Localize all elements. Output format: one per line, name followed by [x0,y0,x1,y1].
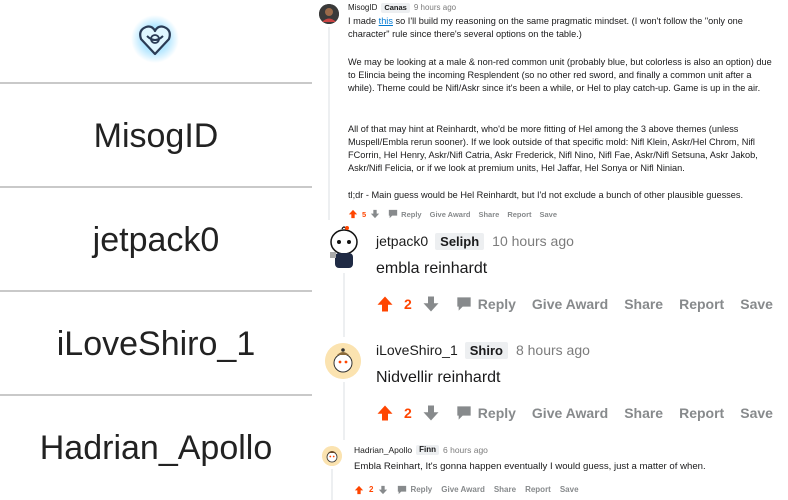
report-button[interactable]: Report [679,296,724,312]
vote-count: 2 [404,296,412,312]
vote-count: 2 [369,485,374,494]
user-flair: Canas [381,3,410,13]
thread-line[interactable] [343,382,345,440]
avatar[interactable] [322,446,342,466]
comment-action-bar: 2 Reply Give Award Share Report Save [376,403,773,423]
share-button[interactable]: Share [494,485,516,494]
comment-action-bar: 5 Reply Give Award Share Report Save [348,207,557,221]
user-flair: Seliph [435,233,485,250]
upvote-arrow-icon[interactable] [348,209,358,219]
upvote-arrow-icon[interactable] [376,404,394,422]
save-button[interactable]: Save [540,210,558,219]
comment-action-bar: 2 Reply Give Award Share Report Save [376,294,773,314]
comment-body: Embla Reinhart, It's gonna happen eventu… [354,461,706,472]
downvote-arrow-icon[interactable] [422,295,440,313]
upvote-arrow-icon[interactable] [354,485,364,495]
name-cell-1: MisogID [93,116,219,155]
name-cell-4: Hadrian_Apollo [39,428,273,467]
comment-timestamp[interactable]: 6 hours ago [443,445,488,455]
reply-button[interactable]: Reply [478,405,516,421]
comment-thread: MisogID Canas 9 hours ago I made this so… [312,0,788,500]
thread-line[interactable] [343,273,345,337]
thread-line[interactable] [328,27,330,220]
report-button[interactable]: Report [679,405,724,421]
speech-bubble-icon [398,485,407,494]
comment-paragraph: All of that may hint at Reinhardt, who'd… [348,124,758,173]
comment-header: Hadrian_Apollo Finn 6 hours ago [354,445,488,455]
heart-emblem-icon [131,15,179,63]
downvote-arrow-icon[interactable] [378,485,388,495]
give-award-button[interactable]: Give Award [430,210,471,219]
comment-body: embla reinhardt [376,260,488,277]
share-button[interactable]: Share [624,405,663,421]
give-award-button[interactable]: Give Award [441,485,485,494]
comment-paragraph: I made this so I'll build my reasoning o… [348,16,743,39]
downvote-arrow-icon[interactable] [422,404,440,422]
comment-header: iLoveShiro_1 Shiro 8 hours ago [376,342,590,359]
comment-action-bar: 2 Reply Give Award Share Report Save [354,483,579,496]
give-award-button[interactable]: Give Award [532,405,608,421]
comment-timestamp[interactable]: 9 hours ago [414,3,456,13]
upvote-arrow-icon[interactable] [376,295,394,313]
comment-paragraph: tl;dr - Main guess would be Hel Reinhard… [348,190,744,200]
comment-username[interactable]: Hadrian_Apollo [354,445,412,455]
report-button[interactable]: Report [525,485,551,494]
user-flair: Finn [416,445,440,455]
report-button[interactable]: Report [507,210,531,219]
comment-timestamp[interactable]: 10 hours ago [492,233,574,250]
comment-username[interactable]: jetpack0 [376,233,428,250]
share-button[interactable]: Share [624,296,663,312]
comment-link[interactable]: this [379,16,393,26]
logo-cell [0,0,312,82]
comment-paragraph: We may be looking at a male & non-red co… [348,57,772,93]
downvote-arrow-icon[interactable] [370,209,380,219]
speech-bubble-icon [389,209,398,219]
save-button[interactable]: Save [560,485,579,494]
give-award-button[interactable]: Give Award [532,296,608,312]
name-cell-3: iLoveShiro_1 [56,324,256,363]
reply-button[interactable]: Reply [478,296,516,312]
comment-header: jetpack0 Seliph 10 hours ago [376,233,574,250]
save-button[interactable]: Save [740,296,773,312]
user-flair: Shiro [464,342,508,359]
comment-header: MisogID Canas 9 hours ago [348,3,456,13]
reply-button[interactable]: Reply [401,210,421,219]
comment-timestamp[interactable]: 8 hours ago [516,342,590,359]
username-panel: MisogID jetpack0 iLoveShiro_1 Hadrian_Ap… [0,0,312,500]
comment-username[interactable]: MisogID [348,3,377,13]
vote-count: 2 [404,405,412,421]
avatar[interactable] [319,4,339,24]
thread-line[interactable] [331,469,333,500]
avatar[interactable] [325,343,361,379]
speech-bubble-icon [457,297,471,311]
avatar[interactable] [326,226,362,270]
name-cell-2: jetpack0 [92,220,220,259]
speech-bubble-icon [457,406,471,420]
vote-count: 5 [362,209,367,219]
share-button[interactable]: Share [478,210,499,219]
reply-button[interactable]: Reply [410,485,432,494]
comment-username[interactable]: iLoveShiro_1 [376,342,458,359]
save-button[interactable]: Save [740,405,773,421]
comment-body: Nidvellir reinhardt [376,369,501,386]
